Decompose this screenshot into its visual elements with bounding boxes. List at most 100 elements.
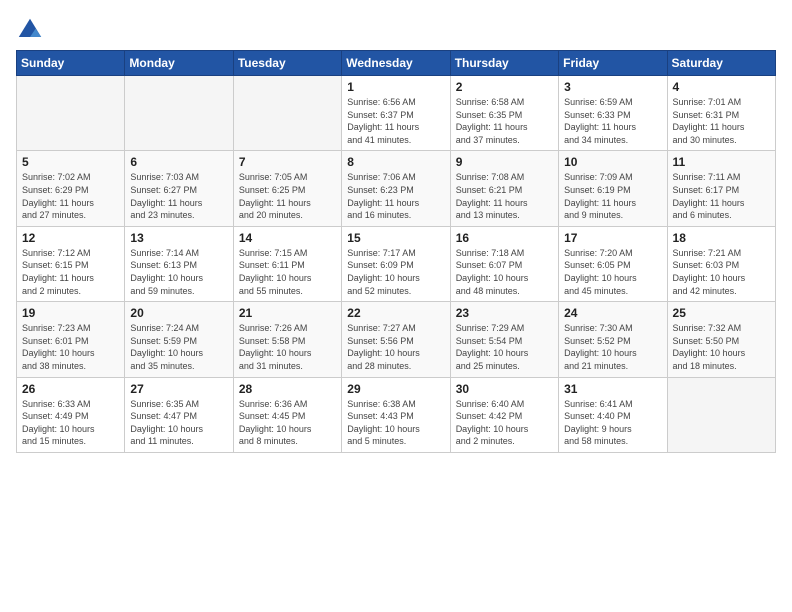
day-number: 3 [564,80,661,94]
weekday-header-friday: Friday [559,51,667,76]
day-number: 17 [564,231,661,245]
calendar-cell: 21 Sunrise: 7:26 AM Sunset: 5:58 PM Dayli… [233,302,341,377]
day-info: Sunrise: 6:59 AM Sunset: 6:33 PM Dayligh… [564,96,661,146]
day-info: Sunrise: 7:12 AM Sunset: 6:15 PM Dayligh… [22,247,119,297]
calendar-week-row: 1 Sunrise: 6:56 AM Sunset: 6:37 PM Daylig… [17,76,776,151]
calendar-week-row: 5 Sunrise: 7:02 AM Sunset: 6:29 PM Daylig… [17,151,776,226]
calendar-cell: 10 Sunrise: 7:09 AM Sunset: 6:19 PM Dayli… [559,151,667,226]
day-number: 31 [564,382,661,396]
day-number: 19 [22,306,119,320]
day-number: 26 [22,382,119,396]
day-info: Sunrise: 7:23 AM Sunset: 6:01 PM Dayligh… [22,322,119,372]
calendar-cell: 8 Sunrise: 7:06 AM Sunset: 6:23 PM Daylig… [342,151,450,226]
weekday-header-saturday: Saturday [667,51,775,76]
calendar-cell: 29Sunrise: 6:38 AM Sunset: 4:43 PM Dayli… [342,377,450,452]
day-info: Sunrise: 7:30 AM Sunset: 5:52 PM Dayligh… [564,322,661,372]
day-number: 9 [456,155,553,169]
logo [16,16,48,44]
day-info: Sunrise: 7:02 AM Sunset: 6:29 PM Dayligh… [22,171,119,221]
day-number: 22 [347,306,444,320]
day-number: 15 [347,231,444,245]
day-number: 4 [673,80,770,94]
calendar-week-row: 19 Sunrise: 7:23 AM Sunset: 6:01 PM Dayli… [17,302,776,377]
day-number: 24 [564,306,661,320]
calendar-cell: 24 Sunrise: 7:30 AM Sunset: 5:52 PM Dayli… [559,302,667,377]
day-info: Sunrise: 7:09 AM Sunset: 6:19 PM Dayligh… [564,171,661,221]
day-info: Sunrise: 7:27 AM Sunset: 5:56 PM Dayligh… [347,322,444,372]
calendar-table: SundayMondayTuesdayWednesdayThursdayFrid… [16,50,776,453]
day-info: Sunrise: 6:33 AM Sunset: 4:49 PM Dayligh… [22,398,119,448]
day-number: 14 [239,231,336,245]
day-info: Sunrise: 6:40 AM Sunset: 4:42 PM Dayligh… [456,398,553,448]
day-number: 2 [456,80,553,94]
day-info: Sunrise: 7:18 AM Sunset: 6:07 PM Dayligh… [456,247,553,297]
calendar-cell: 9 Sunrise: 7:08 AM Sunset: 6:21 PM Daylig… [450,151,558,226]
logo-icon [16,16,44,44]
calendar-cell: 7 Sunrise: 7:05 AM Sunset: 6:25 PM Daylig… [233,151,341,226]
day-info: Sunrise: 7:21 AM Sunset: 6:03 PM Dayligh… [673,247,770,297]
calendar-cell: 25Sunrise: 7:32 AM Sunset: 5:50 PM Dayli… [667,302,775,377]
calendar-cell: 2Sunrise: 6:58 AM Sunset: 6:35 PM Daylig… [450,76,558,151]
day-number: 12 [22,231,119,245]
calendar-cell: 31 Sunrise: 6:41 AM Sunset: 4:40 PM Dayli… [559,377,667,452]
weekday-header-tuesday: Tuesday [233,51,341,76]
day-number: 18 [673,231,770,245]
page-header [16,16,776,44]
calendar-cell [125,76,233,151]
calendar-week-row: 26 Sunrise: 6:33 AM Sunset: 4:49 PM Dayli… [17,377,776,452]
day-number: 25 [673,306,770,320]
calendar-cell: 18 Sunrise: 7:21 AM Sunset: 6:03 PM Dayli… [667,226,775,301]
day-info: Sunrise: 7:11 AM Sunset: 6:17 PM Dayligh… [673,171,770,221]
day-info: Sunrise: 6:35 AM Sunset: 4:47 PM Dayligh… [130,398,227,448]
day-info: Sunrise: 7:08 AM Sunset: 6:21 PM Dayligh… [456,171,553,221]
day-number: 21 [239,306,336,320]
calendar-cell: 16Sunrise: 7:18 AM Sunset: 6:07 PM Dayli… [450,226,558,301]
day-info: Sunrise: 6:56 AM Sunset: 6:37 PM Dayligh… [347,96,444,146]
day-number: 13 [130,231,227,245]
calendar-cell: 19 Sunrise: 7:23 AM Sunset: 6:01 PM Dayli… [17,302,125,377]
day-info: Sunrise: 7:05 AM Sunset: 6:25 PM Dayligh… [239,171,336,221]
day-info: Sunrise: 7:26 AM Sunset: 5:58 PM Dayligh… [239,322,336,372]
day-info: Sunrise: 6:41 AM Sunset: 4:40 PM Dayligh… [564,398,661,448]
day-info: Sunrise: 7:01 AM Sunset: 6:31 PM Dayligh… [673,96,770,146]
calendar-cell: 3 Sunrise: 6:59 AM Sunset: 6:33 PM Daylig… [559,76,667,151]
day-info: Sunrise: 7:29 AM Sunset: 5:54 PM Dayligh… [456,322,553,372]
calendar-cell: 20 Sunrise: 7:24 AM Sunset: 5:59 PM Dayli… [125,302,233,377]
day-info: Sunrise: 7:03 AM Sunset: 6:27 PM Dayligh… [130,171,227,221]
day-number: 1 [347,80,444,94]
day-number: 20 [130,306,227,320]
day-number: 6 [130,155,227,169]
day-info: Sunrise: 6:36 AM Sunset: 4:45 PM Dayligh… [239,398,336,448]
page-container: SundayMondayTuesdayWednesdayThursdayFrid… [0,0,792,463]
calendar-cell [17,76,125,151]
day-info: Sunrise: 7:06 AM Sunset: 6:23 PM Dayligh… [347,171,444,221]
calendar-cell: 17 Sunrise: 7:20 AM Sunset: 6:05 PM Dayli… [559,226,667,301]
day-info: Sunrise: 7:14 AM Sunset: 6:13 PM Dayligh… [130,247,227,297]
day-number: 23 [456,306,553,320]
day-info: Sunrise: 7:20 AM Sunset: 6:05 PM Dayligh… [564,247,661,297]
calendar-cell: 15 Sunrise: 7:17 AM Sunset: 6:09 PM Dayli… [342,226,450,301]
day-number: 27 [130,382,227,396]
day-number: 8 [347,155,444,169]
calendar-cell: 6 Sunrise: 7:03 AM Sunset: 6:27 PM Daylig… [125,151,233,226]
day-number: 11 [673,155,770,169]
day-info: Sunrise: 7:15 AM Sunset: 6:11 PM Dayligh… [239,247,336,297]
day-number: 10 [564,155,661,169]
day-number: 5 [22,155,119,169]
weekday-header-thursday: Thursday [450,51,558,76]
calendar-cell: 23 Sunrise: 7:29 AM Sunset: 5:54 PM Dayli… [450,302,558,377]
calendar-cell [233,76,341,151]
weekday-header-wednesday: Wednesday [342,51,450,76]
calendar-cell: 22 Sunrise: 7:27 AM Sunset: 5:56 PM Dayli… [342,302,450,377]
day-number: 30 [456,382,553,396]
calendar-week-row: 12 Sunrise: 7:12 AM Sunset: 6:15 PM Dayli… [17,226,776,301]
calendar-cell: 5 Sunrise: 7:02 AM Sunset: 6:29 PM Daylig… [17,151,125,226]
day-info: Sunrise: 7:24 AM Sunset: 5:59 PM Dayligh… [130,322,227,372]
day-number: 7 [239,155,336,169]
calendar-cell: 28Sunrise: 6:36 AM Sunset: 4:45 PM Dayli… [233,377,341,452]
calendar-cell [667,377,775,452]
day-info: Sunrise: 6:38 AM Sunset: 4:43 PM Dayligh… [347,398,444,448]
day-info: Sunrise: 7:17 AM Sunset: 6:09 PM Dayligh… [347,247,444,297]
calendar-cell: 30 Sunrise: 6:40 AM Sunset: 4:42 PM Dayli… [450,377,558,452]
calendar-cell: 27 Sunrise: 6:35 AM Sunset: 4:47 PM Dayli… [125,377,233,452]
